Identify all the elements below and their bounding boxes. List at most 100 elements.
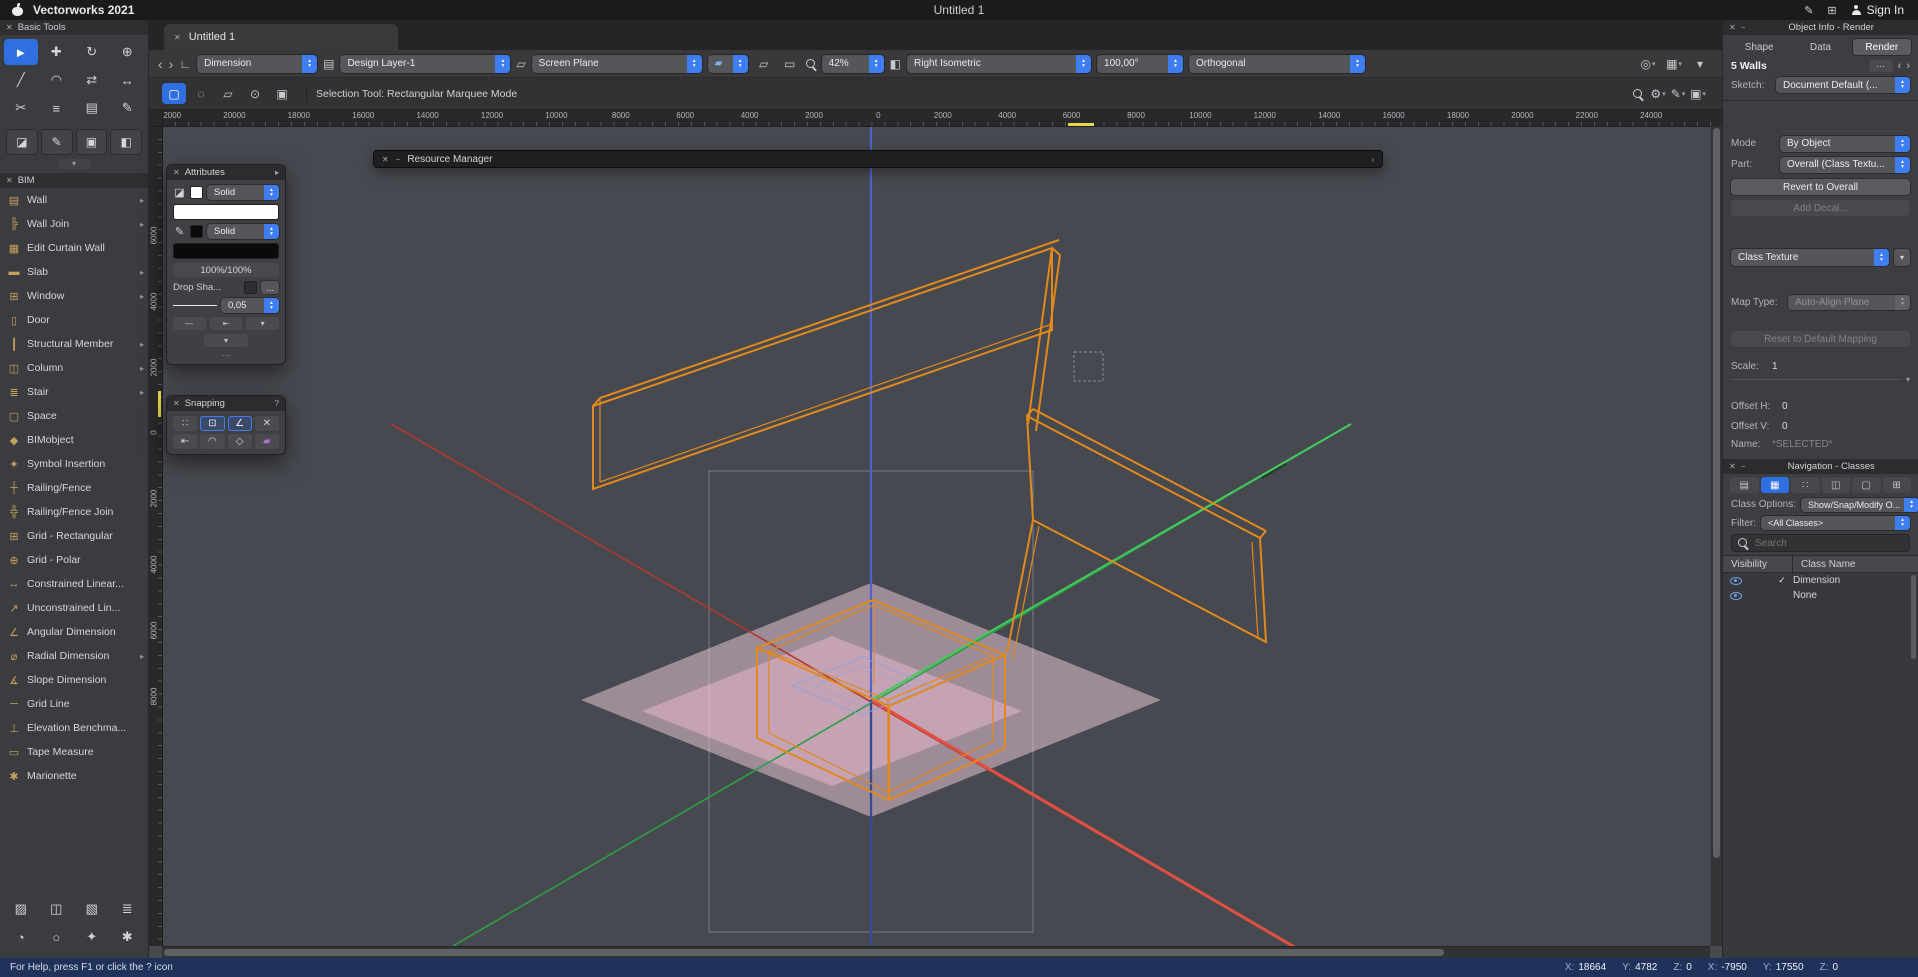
zoom-tool[interactable]: ⊕ xyxy=(111,39,145,65)
bim-tool-space[interactable]: ▢Space xyxy=(0,404,148,428)
render-mode-combo[interactable]: By Object xyxy=(1780,136,1910,152)
vertical-scrollbar[interactable] xyxy=(1711,126,1722,946)
bim-tool-structural-member[interactable]: ┃Structural Member▸ xyxy=(0,332,148,356)
fill-style-tool[interactable]: ▣ xyxy=(76,129,108,155)
search-objects-button[interactable] xyxy=(1628,84,1648,104)
expand-icon[interactable]: › xyxy=(1371,155,1374,164)
app-menu-title[interactable]: Vectorworks 2021 xyxy=(33,3,134,17)
projection-combo[interactable]: Orthogonal xyxy=(1189,55,1365,73)
interactive-scaling-mode[interactable]: ▣ xyxy=(270,83,294,104)
render-mode-button[interactable]: ◎▾ xyxy=(1638,54,1658,74)
pen-style-combo[interactable]: Solid xyxy=(207,224,279,239)
tool-set-collapse[interactable]: ▾ xyxy=(0,157,148,173)
pen-style-tool[interactable]: ✎ xyxy=(41,129,73,155)
class-row[interactable]: None xyxy=(1723,588,1918,603)
visibility-eye-icon[interactable] xyxy=(1730,576,1742,586)
camera-button[interactable]: ▣▾ xyxy=(1688,84,1708,104)
classes-tab[interactable]: ▦ xyxy=(1761,477,1790,493)
bim-tool-slope-dimension[interactable]: ∡Slope Dimension xyxy=(0,668,148,692)
dimension-standard-icon[interactable]: ∟ xyxy=(179,57,191,71)
tab-shape[interactable]: Shape xyxy=(1730,39,1788,55)
visibility-eye-icon[interactable] xyxy=(1730,591,1742,601)
grid-tab[interactable]: ∷ xyxy=(1791,477,1820,493)
revert-to-overall-button[interactable]: Revert to Overall xyxy=(1731,179,1910,195)
snap-distance[interactable]: ⇤ xyxy=(173,434,197,449)
marker-end-mini-combo[interactable]: ▾ xyxy=(246,317,279,330)
bim-tool-tape-measure[interactable]: ▭Tape Measure xyxy=(0,740,148,764)
class-list-scrollbar[interactable] xyxy=(1911,573,1917,958)
filter-combo[interactable]: <All Classes> xyxy=(1761,516,1910,530)
attributes-palette-header[interactable]: ✕ Attributes ▸ xyxy=(167,165,285,180)
line-style-mini-combo[interactable]: — xyxy=(173,317,206,330)
line-tool[interactable]: ╱ xyxy=(4,67,38,93)
fill-color-bar[interactable] xyxy=(173,204,279,220)
resource-manager-bar[interactable]: ✕ − Resource Manager › xyxy=(373,150,1383,168)
tool-column[interactable]: ◫ xyxy=(40,896,74,922)
drawing-canvas[interactable] xyxy=(162,126,1722,946)
drop-shadow-options-button[interactable]: ... xyxy=(261,281,279,294)
bim-tool-wall[interactable]: ▤Wall▸ xyxy=(0,188,148,212)
next-view-button[interactable]: ▭ xyxy=(780,54,800,74)
offset-tool[interactable]: ≡ xyxy=(40,95,74,121)
snap-object[interactable]: ⊡ xyxy=(200,416,224,431)
pan-tool[interactable]: ✚ xyxy=(40,39,74,65)
collapse-icon[interactable]: − xyxy=(1741,23,1746,32)
close-icon[interactable]: ✕ xyxy=(6,23,13,32)
plane-icon[interactable]: ▱ xyxy=(516,57,525,71)
snap-grid[interactable]: ∷ xyxy=(173,416,197,431)
offset-h-value[interactable]: 0 xyxy=(1782,401,1788,412)
bim-tool-symbol-insertion[interactable]: ✦Symbol Insertion xyxy=(0,452,148,476)
class-name-column-header[interactable]: Class Name xyxy=(1793,556,1918,572)
snap-edge[interactable]: ◇ xyxy=(228,434,252,449)
apple-menu-icon[interactable] xyxy=(12,4,23,16)
close-icon[interactable]: ✕ xyxy=(173,399,180,408)
polygon-marquee-mode[interactable]: ▱ xyxy=(216,83,240,104)
view-angle-combo[interactable]: 100,00° xyxy=(1097,55,1183,73)
snap-planar[interactable]: ▰ xyxy=(255,434,279,449)
move-tool[interactable]: ↔ xyxy=(111,67,145,93)
scrollbar-thumb[interactable] xyxy=(1713,128,1720,858)
callout-tool[interactable]: ✎ xyxy=(111,95,145,121)
collapse-icon[interactable]: − xyxy=(396,155,401,164)
bim-tool-unconstrained-lin[interactable]: ↗Unconstrained Lin... xyxy=(0,596,148,620)
close-icon[interactable]: ✕ xyxy=(173,168,180,177)
search-input[interactable] xyxy=(1753,537,1903,550)
layers-icon[interactable]: ▤ xyxy=(323,57,334,71)
active-plane-combo[interactable]: Screen Plane xyxy=(532,55,702,73)
texture-style-tool[interactable]: ◧ xyxy=(110,129,142,155)
tab-render[interactable]: Render xyxy=(1853,39,1911,55)
visibility-column-header[interactable]: Visibility xyxy=(1723,556,1793,572)
standard-view-combo[interactable]: Right Isometric xyxy=(907,55,1091,73)
collapse-icon[interactable]: − xyxy=(1741,462,1746,471)
bim-tool-grid-rectangular[interactable]: ⊞Grid - Rectangular xyxy=(0,524,148,548)
navigation-header[interactable]: ✕ − Navigation - Classes xyxy=(1723,459,1918,474)
bim-tool-window[interactable]: ⊞Window▸ xyxy=(0,284,148,308)
flyout-icon[interactable]: ▸ xyxy=(275,168,279,177)
snap-intersection[interactable]: ✕ xyxy=(255,416,279,431)
bim-tool-railing-fence-join[interactable]: ╬Railing/Fence Join xyxy=(0,500,148,524)
selection-handle[interactable] xyxy=(1074,352,1103,381)
bim-tool-edit-curtain-wall[interactable]: ▦Edit Curtain Wall xyxy=(0,236,148,260)
selection-options-icon[interactable]: ⋯ xyxy=(1869,60,1893,72)
class-row[interactable]: ✓Dimension xyxy=(1723,573,1918,588)
close-icon[interactable]: ✕ xyxy=(6,176,13,185)
marker-start-mini-combo[interactable]: ⇤ xyxy=(210,317,243,330)
help-icon[interactable]: ? xyxy=(275,399,279,408)
opacity-field[interactable]: 100%/100% xyxy=(173,263,279,277)
tool-spark[interactable]: ✱ xyxy=(111,924,145,950)
line-weight-combo[interactable]: 0,05 xyxy=(221,298,279,313)
extrude-tool[interactable]: ▤ xyxy=(75,95,109,121)
back-button[interactable]: ‹ xyxy=(158,57,163,71)
texture-resource-button[interactable]: ▾ xyxy=(1894,249,1910,266)
active-layer-combo[interactable]: Design Layer-1 xyxy=(340,55,510,73)
previous-view-button[interactable]: ▱ xyxy=(754,54,774,74)
sign-in-button[interactable]: Sign In xyxy=(1851,3,1904,17)
fill-style-combo[interactable]: Solid xyxy=(207,185,279,200)
zoom-level-combo[interactable]: 42% xyxy=(822,55,884,73)
bim-tool-slab[interactable]: ▬Slab▸ xyxy=(0,260,148,284)
forward-button[interactable]: › xyxy=(169,57,174,71)
scale-slider-track[interactable] xyxy=(1731,379,1901,380)
annotate-icon[interactable]: ✎ xyxy=(1804,4,1813,17)
bim-tool-wall-join[interactable]: ╠Wall Join▸ xyxy=(0,212,148,236)
toolbar-overflow-button[interactable]: ▾ xyxy=(1690,54,1710,74)
